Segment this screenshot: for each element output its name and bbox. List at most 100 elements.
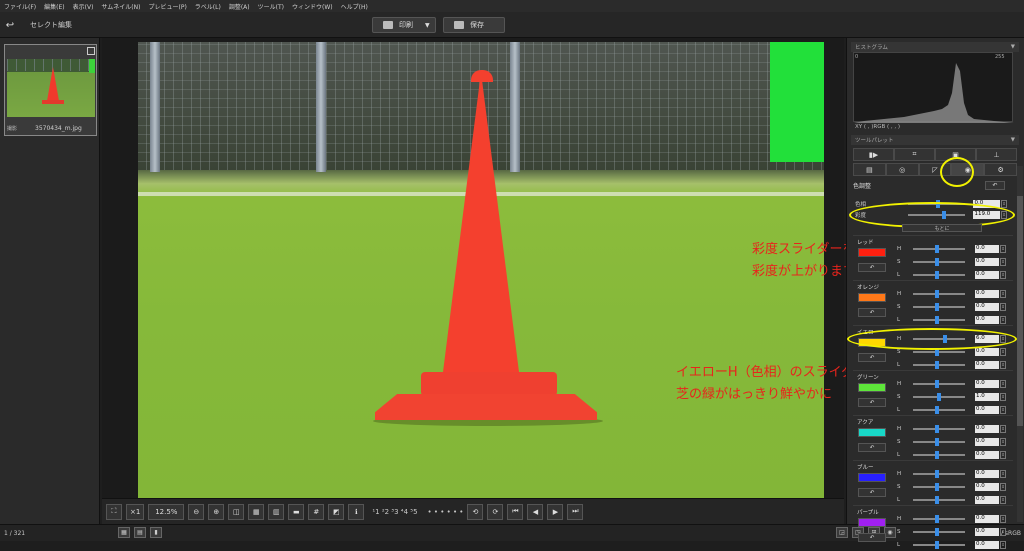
- list-view-icon[interactable]: ▤: [134, 527, 146, 538]
- hsl-slider[interactable]: [913, 450, 965, 459]
- spin-icon[interactable]: ⇕: [1000, 495, 1006, 504]
- save-button[interactable]: 保存: [443, 17, 505, 33]
- panel-scrollbar[interactable]: [1017, 166, 1023, 522]
- hsl-value[interactable]: 0.0: [975, 405, 999, 414]
- last-image-icon[interactable]: ⏭: [567, 503, 584, 520]
- back-icon[interactable]: ↩: [3, 18, 17, 32]
- menu-item[interactable]: ツール(T): [254, 2, 288, 11]
- hsl-slider[interactable]: [913, 347, 965, 356]
- menu-item[interactable]: 調整(A): [225, 2, 254, 11]
- chevron-down-icon[interactable]: ▼: [1011, 44, 1015, 50]
- hsl-slider-knob[interactable]: [935, 437, 939, 446]
- hsl-slider[interactable]: [913, 270, 965, 279]
- hsl-slider-knob[interactable]: [935, 302, 939, 311]
- hsl-slider[interactable]: [913, 482, 965, 491]
- zoom-out-icon[interactable]: ⊖: [188, 503, 205, 520]
- hsl-value[interactable]: 0.0: [975, 244, 999, 253]
- hsl-slider-knob[interactable]: [935, 360, 939, 369]
- zoom-select[interactable]: 12.5%: [148, 503, 185, 520]
- reset-icon[interactable]: ↶: [858, 353, 886, 362]
- grid-icon[interactable]: ▦: [248, 503, 265, 520]
- next-image-icon[interactable]: ▶: [547, 503, 564, 520]
- hsl-slider[interactable]: [913, 360, 965, 369]
- main-photo[interactable]: [138, 42, 824, 499]
- hsl-slider[interactable]: [913, 495, 965, 504]
- hsl-slider[interactable]: [913, 289, 965, 298]
- menu-item[interactable]: サムネイル(N): [97, 2, 144, 11]
- hsl-value[interactable]: 0.0: [975, 315, 999, 324]
- label-buttons[interactable]: ¹1 ²2 ³3 ⁴4 ⁵5: [372, 508, 417, 516]
- hsl-slider-knob[interactable]: [935, 469, 939, 478]
- settings-icon[interactable]: ⚙: [984, 163, 1017, 176]
- hsl-slider[interactable]: [913, 379, 965, 388]
- rotate-right-icon[interactable]: ⟳: [487, 503, 504, 520]
- hsl-slider-knob[interactable]: [935, 514, 939, 523]
- compare-icon[interactable]: ▥: [268, 503, 285, 520]
- hsl-value[interactable]: 0.0: [975, 437, 999, 446]
- hsl-slider[interactable]: [913, 424, 965, 433]
- spin-icon[interactable]: ⇕: [1000, 347, 1006, 356]
- crop-icon[interactable]: ⌗: [894, 148, 935, 161]
- menu-item[interactable]: 表示(V): [69, 2, 98, 11]
- stamp-icon[interactable]: ⊥: [976, 148, 1017, 161]
- thumbnail-item[interactable]: 撮影 3570434_m.jpg: [4, 44, 97, 136]
- info-icon[interactable]: ℹ: [348, 503, 365, 520]
- menu-item[interactable]: ファイル(F): [0, 2, 40, 11]
- spin-icon[interactable]: ⇕: [1000, 540, 1006, 549]
- reset-icon[interactable]: ↶: [858, 263, 886, 272]
- spin-icon[interactable]: ⇕: [1000, 302, 1006, 311]
- hsl-slider[interactable]: [913, 257, 965, 266]
- background-icon[interactable]: ▬: [288, 503, 305, 520]
- reset-button[interactable]: ↶: [985, 181, 1005, 190]
- spin-icon[interactable]: ⇕: [1000, 450, 1006, 459]
- menu-item[interactable]: 編集(E): [40, 2, 68, 11]
- spin-icon[interactable]: ⇕: [1000, 392, 1006, 401]
- crop-overlay-icon[interactable]: ◫: [228, 503, 245, 520]
- spin-icon[interactable]: ⇕: [1000, 437, 1006, 446]
- hsl-value[interactable]: 0.0: [975, 495, 999, 504]
- spin-icon[interactable]: ⇕: [1000, 315, 1006, 324]
- hsl-slider-knob[interactable]: [937, 392, 941, 401]
- menu-item[interactable]: ラベル(L): [191, 2, 225, 11]
- hsl-slider-knob[interactable]: [935, 379, 939, 388]
- spin-icon[interactable]: ⇕: [1000, 527, 1006, 536]
- hsl-slider-knob[interactable]: [935, 450, 939, 459]
- guide-icon[interactable]: #: [308, 503, 325, 520]
- thumbnail-image[interactable]: [7, 59, 95, 117]
- expand-icon[interactable]: [87, 47, 95, 55]
- grid-view-icon[interactable]: ▦: [118, 527, 130, 538]
- chevron-down-icon[interactable]: ▼: [425, 22, 430, 29]
- layout-icon[interactable]: ◲: [836, 527, 848, 538]
- hsl-value[interactable]: 0.0: [975, 379, 999, 388]
- hsl-slider[interactable]: [913, 244, 965, 253]
- scrollbar-thumb[interactable]: [1017, 196, 1023, 426]
- spin-icon[interactable]: ⇕: [1000, 289, 1006, 298]
- hsl-slider[interactable]: [913, 469, 965, 478]
- spin-icon[interactable]: ⇕: [1000, 469, 1006, 478]
- hsl-slider-knob[interactable]: [935, 482, 939, 491]
- hsl-slider[interactable]: [913, 392, 965, 401]
- spin-icon[interactable]: ⇕: [1000, 360, 1006, 369]
- hsl-slider[interactable]: [913, 514, 965, 523]
- hsl-value[interactable]: 0.0: [975, 360, 999, 369]
- prev-image-icon[interactable]: ◀: [527, 503, 544, 520]
- rating-dots[interactable]: • • • • • •: [428, 508, 464, 516]
- spin-icon[interactable]: ⇕: [1000, 270, 1006, 279]
- hsl-slider-knob[interactable]: [935, 315, 939, 324]
- spin-icon[interactable]: ⇕: [1000, 379, 1006, 388]
- hsl-slider-knob[interactable]: [935, 270, 939, 279]
- hsl-slider-knob[interactable]: [935, 540, 939, 549]
- single-view-icon[interactable]: ▮: [150, 527, 162, 538]
- restore-button[interactable]: もとに: [902, 224, 982, 232]
- reset-icon[interactable]: ↶: [858, 398, 886, 407]
- menu-item[interactable]: ウィンドウ(W): [288, 2, 337, 11]
- spin-icon[interactable]: ⇕: [1001, 199, 1007, 208]
- lens-icon[interactable]: ◎: [885, 163, 919, 176]
- picture-style-icon[interactable]: ▤: [853, 163, 886, 176]
- hsl-value[interactable]: 0.0: [975, 289, 999, 298]
- spin-icon[interactable]: ⇕: [1000, 482, 1006, 491]
- spin-icon[interactable]: ⇕: [1000, 514, 1006, 523]
- chevron-down-icon[interactable]: ▼: [1011, 137, 1015, 143]
- hsl-slider[interactable]: [913, 540, 965, 549]
- reset-icon[interactable]: ↶: [858, 488, 886, 497]
